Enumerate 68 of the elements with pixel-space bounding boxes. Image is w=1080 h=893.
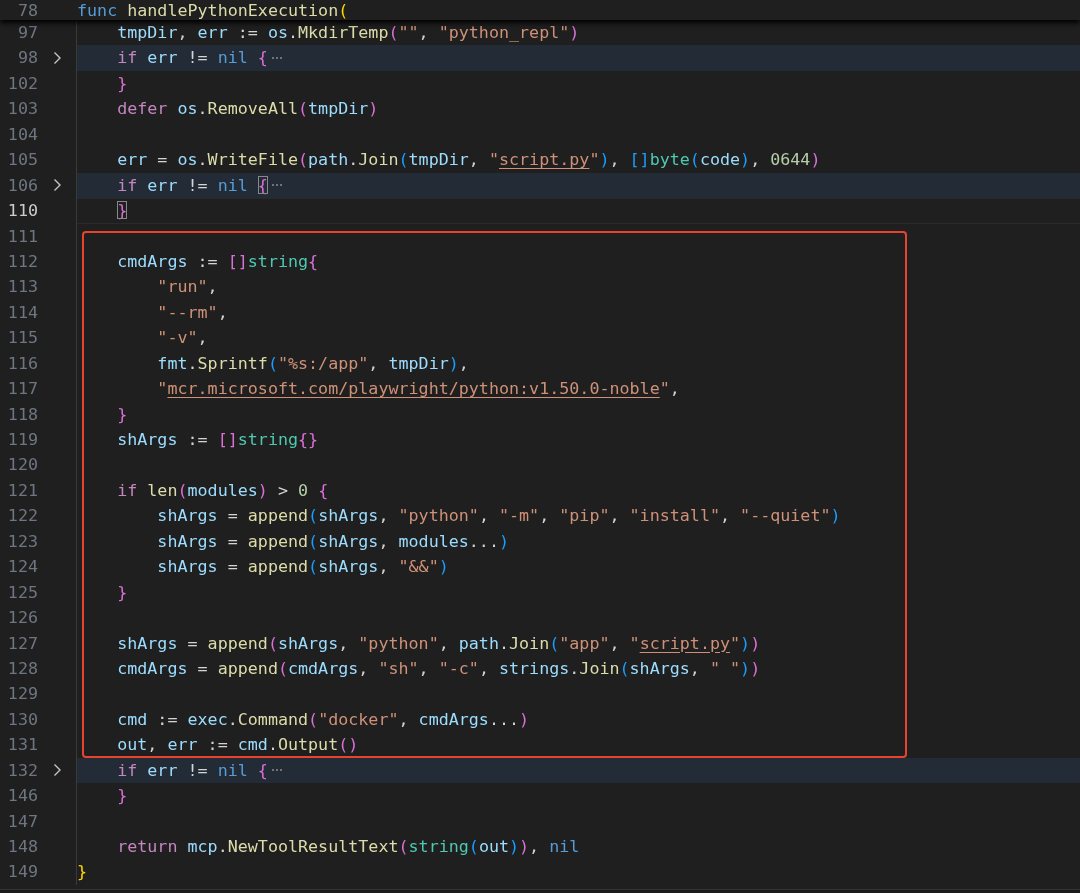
code-line: err = os.WriteFile(path.Join(tmpDir, "script.py"), []byte(code), 0644) (116, 148, 821, 172)
line-number: 120 (6, 453, 38, 477)
line-number: 105 (6, 148, 38, 172)
line-number: 121 (6, 478, 38, 502)
line-number: 131 (6, 733, 38, 757)
line-number: 149 (6, 860, 38, 884)
line-number: 148 (6, 835, 38, 858)
line-number: 78 (16, 0, 38, 20)
line-number: 114 (6, 300, 38, 324)
line-number: 106 (6, 173, 38, 197)
code-line: tmpDir, err := os.MkdirTemp("", "python_repl") (116, 21, 580, 44)
line-number: 147 (6, 809, 38, 833)
code-line: shArgs = append(shArgs, "&&") (156, 555, 449, 579)
line-number: 126 (6, 606, 38, 630)
line-number: 130 (6, 707, 38, 731)
code-line: cmdArgs := []string{ (116, 249, 319, 273)
code-line: func handlePythonExecution( (76, 0, 349, 20)
code-line: defer os.RemoveAll(tmpDir) (116, 97, 379, 121)
line-number: 102 (6, 71, 38, 95)
line-number: 97 (16, 21, 38, 44)
code-line: fmt.Sprintf("%s:/app", tmpDir), (156, 351, 469, 375)
code-line: } (77, 860, 88, 884)
ellipsis-icon[interactable] (270, 183, 283, 188)
line-number: 122 (6, 504, 38, 528)
code-line: "run", (156, 275, 218, 299)
code-line: } (116, 784, 128, 808)
code-line: "-v", (156, 326, 208, 350)
chevron-right-icon[interactable] (52, 178, 62, 193)
line-number: 98 (16, 46, 38, 70)
code-line: } (116, 580, 128, 604)
line-number: 111 (6, 224, 38, 248)
chevron-right-icon[interactable] (52, 51, 62, 66)
line-number: 118 (6, 402, 38, 426)
code-line: shArgs := []string{} (116, 428, 319, 451)
line-number: 113 (6, 275, 38, 299)
code-line: if len(modules) > 0 { (116, 478, 329, 502)
code-line: } (116, 402, 128, 426)
code-line: } (116, 71, 128, 95)
line-number: 129 (6, 682, 38, 706)
code-line: cmd := exec.Command("docker", cmdArgs...) (116, 707, 530, 731)
code-line: "mcr.microsoft.com/playwright/python:v1.50.0-noble", (156, 377, 680, 401)
ellipsis-icon[interactable] (270, 56, 283, 61)
line-number: 117 (6, 377, 38, 401)
line-number: 123 (6, 529, 38, 553)
line-number: 127 (6, 631, 38, 655)
code-line: if err != nil { (116, 46, 268, 70)
ellipsis-icon[interactable] (270, 768, 283, 773)
code-line: shArgs = append(shArgs, "python", "-m", "pip", "install", "--quiet") (156, 504, 841, 528)
line-number: 119 (6, 428, 38, 451)
line-number: 125 (6, 580, 38, 604)
chevron-right-icon[interactable] (52, 763, 62, 778)
line-number: 104 (6, 122, 38, 146)
line-number: 103 (6, 97, 38, 121)
line-number: 128 (6, 656, 38, 680)
line-number: 110 (6, 199, 38, 223)
code-line: return mcp.NewToolResultText(string(out)), nil (116, 835, 580, 858)
line-number: 115 (6, 326, 38, 350)
code-line: shArgs = append(shArgs, modules...) (156, 529, 509, 553)
line-number: 132 (6, 758, 38, 782)
code-line: out, err := cmd.Output() (116, 733, 359, 757)
code-line: "--rm", (156, 300, 228, 324)
line-number: 124 (6, 555, 38, 579)
code-line: shArgs = append(shArgs, "python", path.Join("app", "script.py")) (116, 631, 761, 655)
code-line: cmdArgs = append(cmdArgs, "sh", "-c", strings.Join(shArgs, " ")) (116, 656, 761, 680)
line-number: 116 (6, 351, 38, 375)
line-number: 146 (6, 784, 38, 808)
line-number: 112 (6, 249, 38, 273)
code-line: if err != nil { (116, 758, 268, 782)
